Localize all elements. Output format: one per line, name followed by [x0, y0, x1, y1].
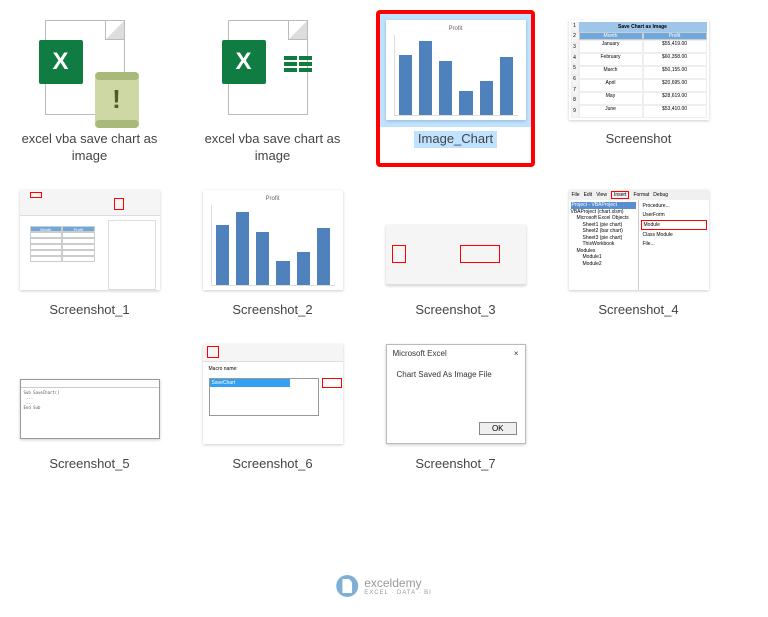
file-thumbnail: Sub SaveChart() ... ...End Sub	[12, 337, 167, 452]
dialog-preview: Microsoft Excel × Chart Saved As Image F…	[386, 344, 526, 444]
chart-bars	[394, 35, 518, 116]
file-item[interactable]: 123456789 Save Chart as Image MonthProfi…	[561, 12, 716, 165]
watermark-icon	[336, 575, 358, 597]
file-label: excel vba save chart as image	[17, 131, 162, 165]
file-item[interactable]: Microsoft Excel × Chart Saved As Image F…	[378, 337, 533, 473]
vbe-preview: FileEdit ViewInsert FormatDebug Project …	[569, 190, 709, 290]
file-item[interactable]: Macro name: SaveChart Screenshot_6	[195, 337, 350, 473]
file-item[interactable]: FileEdit ViewInsert FormatDebug Project …	[561, 183, 716, 319]
ribbon-preview	[386, 225, 526, 285]
file-item[interactable]: Screenshot_3	[378, 183, 533, 319]
file-thumbnail: MonthProfit	[12, 183, 167, 298]
file-thumbnail: Profit	[378, 12, 533, 127]
file-label: Screenshot_6	[232, 456, 312, 473]
file-thumbnail: X !	[12, 12, 167, 127]
file-label: Screenshot_3	[415, 302, 495, 319]
file-grid: X ! excel vba save chart as image X exce…	[12, 12, 756, 473]
chart-preview: Profit	[203, 190, 343, 290]
ok-button: OK	[479, 422, 517, 435]
watermark: exceldemy EXCEL · DATA · BI	[336, 575, 432, 597]
file-item[interactable]: Profit Screenshot_2	[195, 183, 350, 319]
file-label: Screenshot_4	[598, 302, 678, 319]
file-item[interactable]: MonthProfit Screenshot_1	[12, 183, 167, 319]
watermark-tagline: EXCEL · DATA · BI	[364, 590, 432, 596]
chart-title: Profit	[394, 26, 518, 32]
file-thumbnail: FileEdit ViewInsert FormatDebug Project …	[561, 183, 716, 298]
file-label: Screenshot_5	[49, 456, 129, 473]
ribbon-preview: MonthProfit	[20, 190, 160, 290]
file-thumbnail: Microsoft Excel × Chart Saved As Image F…	[378, 337, 533, 452]
spreadsheet-preview: 123456789 Save Chart as Image MonthProfi…	[569, 20, 709, 120]
file-item[interactable]: X ! excel vba save chart as image	[12, 12, 167, 165]
file-label: Screenshot	[606, 131, 672, 148]
code-preview: Sub SaveChart() ... ...End Sub	[20, 379, 160, 439]
dialog-title: Microsoft Excel	[393, 349, 447, 358]
excel-file-icon: X	[228, 20, 318, 120]
file-label: Screenshot_2	[232, 302, 312, 319]
chart-preview: Profit	[386, 20, 526, 120]
file-label: Image_Chart	[414, 131, 497, 148]
dialog-message: Chart Saved As Image File	[387, 362, 525, 418]
file-item[interactable]: Sub SaveChart() ... ...End Sub Screensho…	[12, 337, 167, 473]
file-thumbnail: Profit	[195, 183, 350, 298]
excel-macro-icon: X !	[45, 20, 135, 120]
file-label: excel vba save chart as image	[200, 131, 345, 165]
file-thumbnail: X	[195, 12, 350, 127]
file-label: Screenshot_7	[415, 456, 495, 473]
file-item[interactable]: X excel vba save chart as image	[195, 12, 350, 165]
watermark-brand: exceldemy	[364, 576, 421, 590]
file-thumbnail: 123456789 Save Chart as Image MonthProfi…	[561, 12, 716, 127]
close-icon: ×	[514, 349, 519, 358]
editor-preview: Macro name: SaveChart	[203, 344, 343, 444]
file-thumbnail: Macro name: SaveChart	[195, 337, 350, 452]
file-label: Screenshot_1	[49, 302, 129, 319]
file-thumbnail	[378, 183, 533, 298]
file-item-selected[interactable]: Profit Image_Chart	[378, 12, 533, 165]
